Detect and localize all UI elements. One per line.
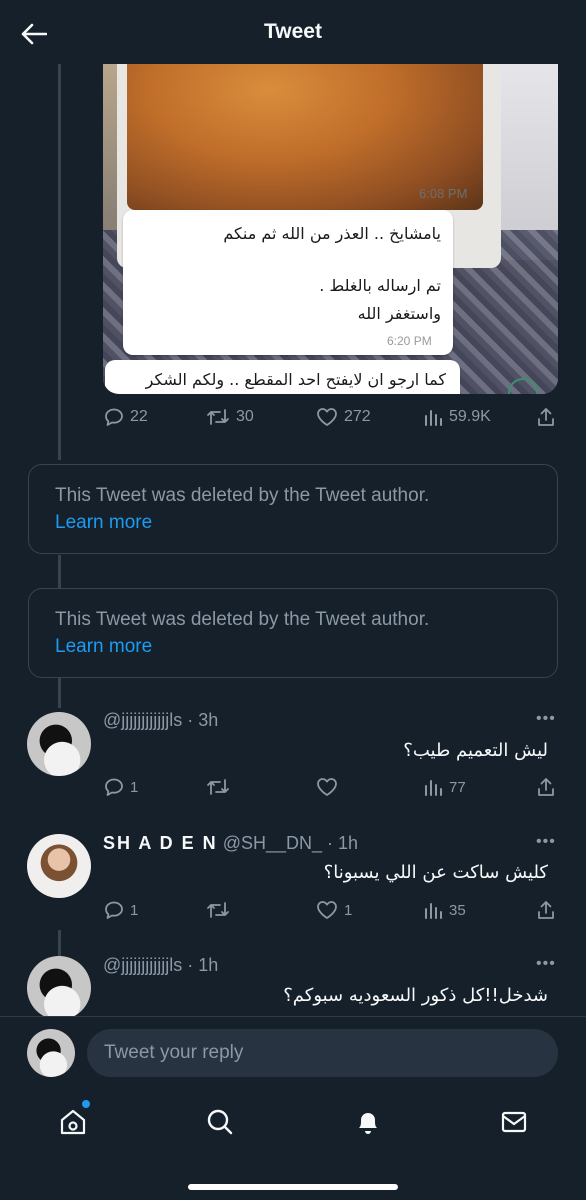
home-icon xyxy=(60,1109,86,1135)
tab-search[interactable] xyxy=(200,1102,240,1142)
share-button[interactable] xyxy=(536,776,556,798)
search-icon xyxy=(207,1109,233,1135)
bell-icon xyxy=(359,1113,377,1134)
reply-header: @jjjjjjjjjjjjls · 1h xyxy=(103,955,219,975)
avatar[interactable] xyxy=(27,712,91,776)
user-display-name[interactable]: SH A D E N xyxy=(103,833,218,853)
back-button[interactable] xyxy=(18,18,50,50)
view-count: 77 xyxy=(449,778,466,796)
avatar xyxy=(27,1029,75,1077)
reply-text: شدخل!!كل ذكور السعوديه سبوكم؟ xyxy=(283,985,548,1006)
views-button[interactable]: 59.9K xyxy=(423,407,491,427)
tweet-time: 3h xyxy=(198,710,219,730)
notification-dot xyxy=(82,1100,90,1108)
home-indicator xyxy=(188,1184,398,1190)
deleted-tweet-text: This Tweet was deleted by the Tweet auth… xyxy=(55,609,430,630)
reply-text: كليش ساكت عن اللي يسبونا؟ xyxy=(323,862,548,883)
like-icon xyxy=(317,408,337,426)
bubble-line: تم ارساله بالغلط . xyxy=(319,276,441,295)
views-icon xyxy=(425,780,442,796)
retweet-icon xyxy=(207,779,229,795)
share-button[interactable] xyxy=(536,406,556,428)
views-icon xyxy=(425,903,442,919)
more-icon[interactable]: ••• xyxy=(536,833,556,851)
share-icon xyxy=(538,901,554,919)
like-button[interactable]: 1 xyxy=(316,900,352,920)
learn-more-link[interactable]: Learn more xyxy=(55,633,531,660)
retweet-button[interactable] xyxy=(206,777,230,797)
like-button[interactable]: 272 xyxy=(316,407,371,427)
reply-icon xyxy=(105,408,123,426)
deleted-tweet-text: This Tweet was deleted by the Tweet auth… xyxy=(55,485,430,506)
user-handle[interactable]: @jjjjjjjjjjjjls xyxy=(103,955,182,975)
tweet-media-image[interactable]: 6:08 PM يامشايخ .. العذر من الله ثم منكم… xyxy=(103,60,558,394)
retweet-button[interactable]: 30 xyxy=(206,407,254,427)
thread-line xyxy=(58,60,61,460)
tweet-time: 1h xyxy=(338,833,359,853)
reply-input[interactable]: Tweet your reply xyxy=(87,1029,558,1077)
chat-bubble: يامشايخ .. العذر من الله ثم منكم تم ارسا… xyxy=(123,210,453,355)
retweet-icon xyxy=(207,409,229,425)
like-count: 1 xyxy=(344,901,353,919)
reply-header: SH A D E N @SH__DN_ · 1h xyxy=(103,833,359,853)
views-button[interactable]: 35 xyxy=(423,900,466,920)
reply-icon xyxy=(105,778,123,796)
reply-header: @jjjjjjjjjjjjls · 3h xyxy=(103,710,219,730)
reply-icon xyxy=(105,901,123,919)
view-count: 35 xyxy=(449,901,466,919)
reply-button[interactable]: 1 xyxy=(104,900,138,920)
share-icon xyxy=(538,778,554,796)
chat-bubble-2: كما ارجو ان لايفتح احد المقطع .. ولكم ال… xyxy=(105,360,460,394)
share-icon xyxy=(538,408,554,426)
share-button[interactable] xyxy=(536,899,556,921)
learn-more-link[interactable]: Learn more xyxy=(55,509,531,536)
reply-composer: Tweet your reply xyxy=(0,1016,586,1094)
bubble-line: واستغفر الله xyxy=(357,304,441,323)
like-count: 272 xyxy=(344,408,371,425)
chat-time-2: 6:20 PM xyxy=(387,334,432,348)
reply-button[interactable]: 22 xyxy=(104,407,148,427)
retweet-icon xyxy=(207,902,229,918)
thread-line xyxy=(58,678,61,708)
top-header: Tweet xyxy=(0,0,586,64)
reply-count: 1 xyxy=(130,901,139,919)
reply-button[interactable]: 1 xyxy=(104,777,138,797)
user-handle[interactable]: @jjjjjjjjjjjjls xyxy=(103,710,182,730)
deleted-tweet-notice: This Tweet was deleted by the Tweet auth… xyxy=(28,588,558,678)
more-icon[interactable]: ••• xyxy=(536,955,556,973)
retweet-count: 30 xyxy=(236,408,254,425)
reply-count: 1 xyxy=(130,778,139,796)
tab-home[interactable] xyxy=(53,1102,93,1142)
bubble-line: يامشايخ .. العذر من الله ثم منكم xyxy=(223,224,441,243)
like-button[interactable] xyxy=(316,777,338,797)
page-title: Tweet xyxy=(264,20,322,43)
like-icon xyxy=(317,901,337,919)
avatar[interactable] xyxy=(27,834,91,898)
tweet-time: 1h xyxy=(198,955,219,975)
user-handle[interactable]: @SH__DN_ xyxy=(223,833,322,853)
reply-count: 22 xyxy=(130,408,148,425)
avatar[interactable] xyxy=(27,956,91,1020)
bubble-line: كما ارجو ان لايفتح احد المقطع .. ولكم ال… xyxy=(145,370,446,389)
thread-line xyxy=(58,555,61,588)
view-count: 59.9K xyxy=(449,408,491,425)
deleted-tweet-notice: This Tweet was deleted by the Tweet auth… xyxy=(28,464,558,554)
chat-time-1: 6:08 PM xyxy=(419,186,468,201)
mail-icon xyxy=(501,1111,527,1133)
back-arrow-icon xyxy=(21,23,47,45)
reply-text: ليش التعميم طيب؟ xyxy=(403,740,548,761)
tab-notifications[interactable] xyxy=(348,1102,388,1142)
like-icon xyxy=(317,778,337,796)
more-icon[interactable]: ••• xyxy=(536,710,556,728)
views-button[interactable]: 77 xyxy=(423,777,466,797)
tab-messages[interactable] xyxy=(494,1102,534,1142)
views-icon xyxy=(425,410,442,426)
retweet-button[interactable] xyxy=(206,900,230,920)
tweet-detail-page: Tweet 6:08 PM يامشايخ .. العذر من الله ث… xyxy=(0,0,586,1200)
